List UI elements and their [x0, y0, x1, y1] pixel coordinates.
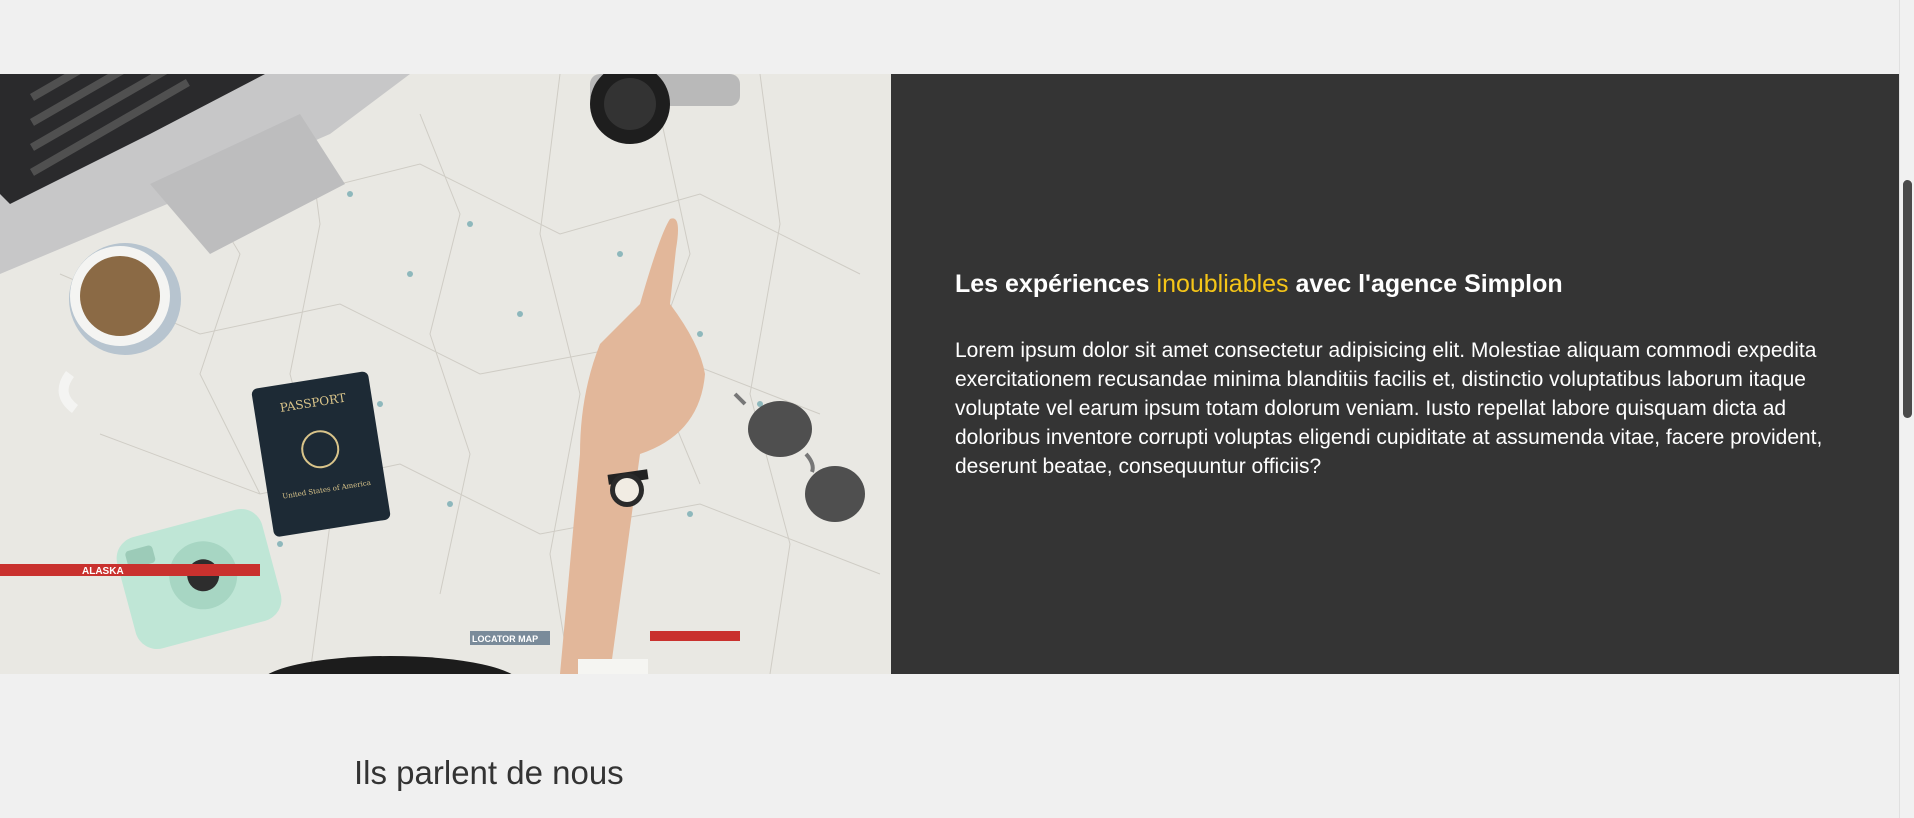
- travel-photo: PASSPORT United States of America ALASKA…: [0, 74, 891, 674]
- scrollbar-thumb[interactable]: [1903, 180, 1912, 418]
- feature-title: Les expériences inoubliables avec l'agen…: [955, 268, 1851, 300]
- locator-map-label: LOCATOR MAP: [472, 634, 538, 644]
- page-scrollbar[interactable]: [1899, 0, 1914, 818]
- feature-section: PASSPORT United States of America ALASKA…: [0, 74, 1899, 674]
- alaska-label: ALASKA: [82, 566, 124, 577]
- feature-text-panel: Les expériences inoubliables avec l'agen…: [891, 74, 1899, 674]
- travel-photo-illustration: PASSPORT United States of America ALASKA…: [0, 74, 891, 674]
- page: PASSPORT United States of America ALASKA…: [0, 0, 1914, 818]
- testimonials-heading: Ils parlent de nous: [354, 754, 624, 791]
- feature-description: Lorem ipsum dolor sit amet consectetur a…: [955, 338, 1823, 478]
- feature-title-end: avec l'agence Simplon: [1288, 269, 1563, 298]
- feature-title-accent: inoubliables: [1156, 269, 1289, 298]
- feature-title-start: Les expériences: [955, 269, 1157, 298]
